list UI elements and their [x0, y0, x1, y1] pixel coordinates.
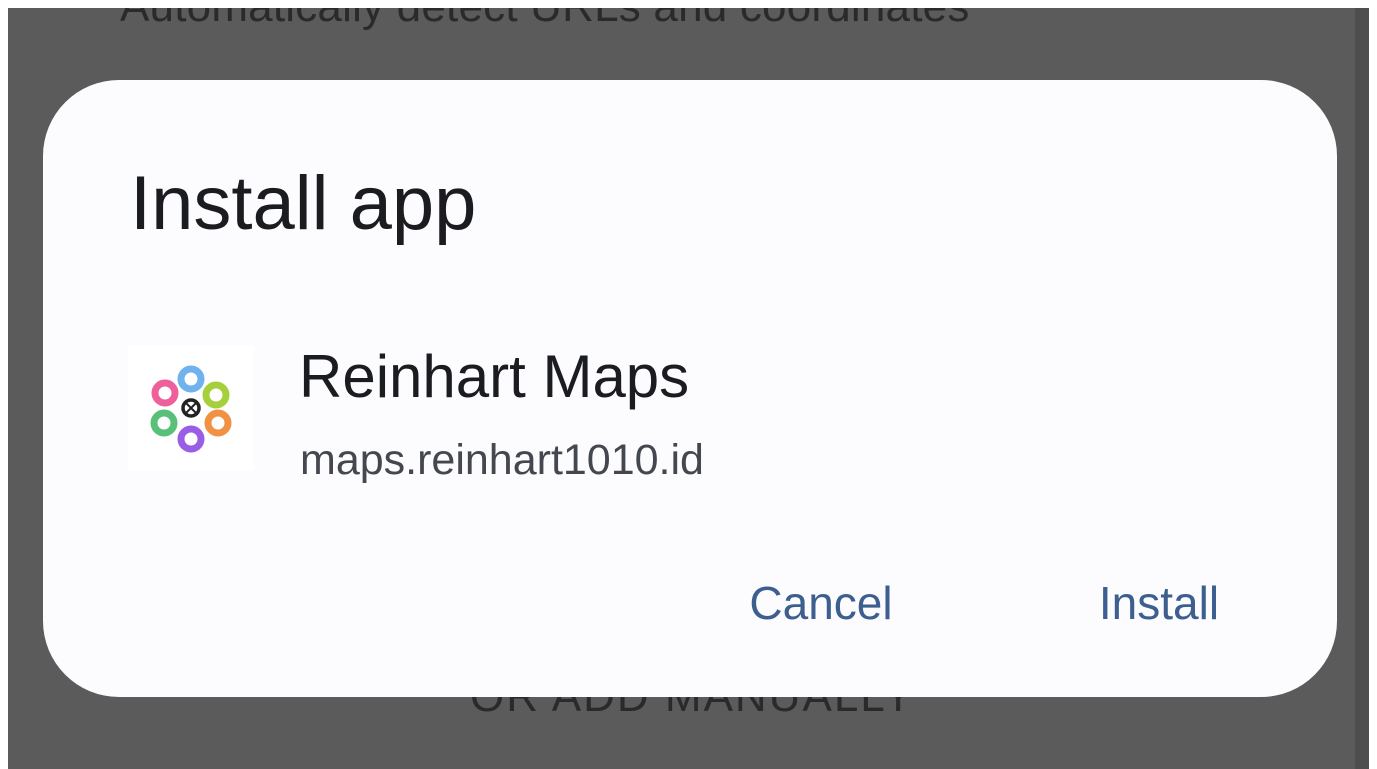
background-screen: Automatically detect URLs and coordinate…: [8, 8, 1369, 769]
app-url: maps.reinhart1010.id: [300, 436, 704, 484]
install-app-dialog: Install app Reinhart Maps maps.reinhart1…: [43, 80, 1337, 697]
app-name: Reinhart Maps: [299, 343, 690, 410]
install-button[interactable]: Install: [1079, 568, 1239, 638]
cancel-button[interactable]: Cancel: [731, 568, 911, 638]
app-logo-icon: [128, 345, 254, 471]
background-detect-label: Automatically detect URLs and coordinate…: [120, 8, 970, 32]
dialog-title: Install app: [130, 161, 477, 246]
screen-edge: [1355, 8, 1369, 769]
